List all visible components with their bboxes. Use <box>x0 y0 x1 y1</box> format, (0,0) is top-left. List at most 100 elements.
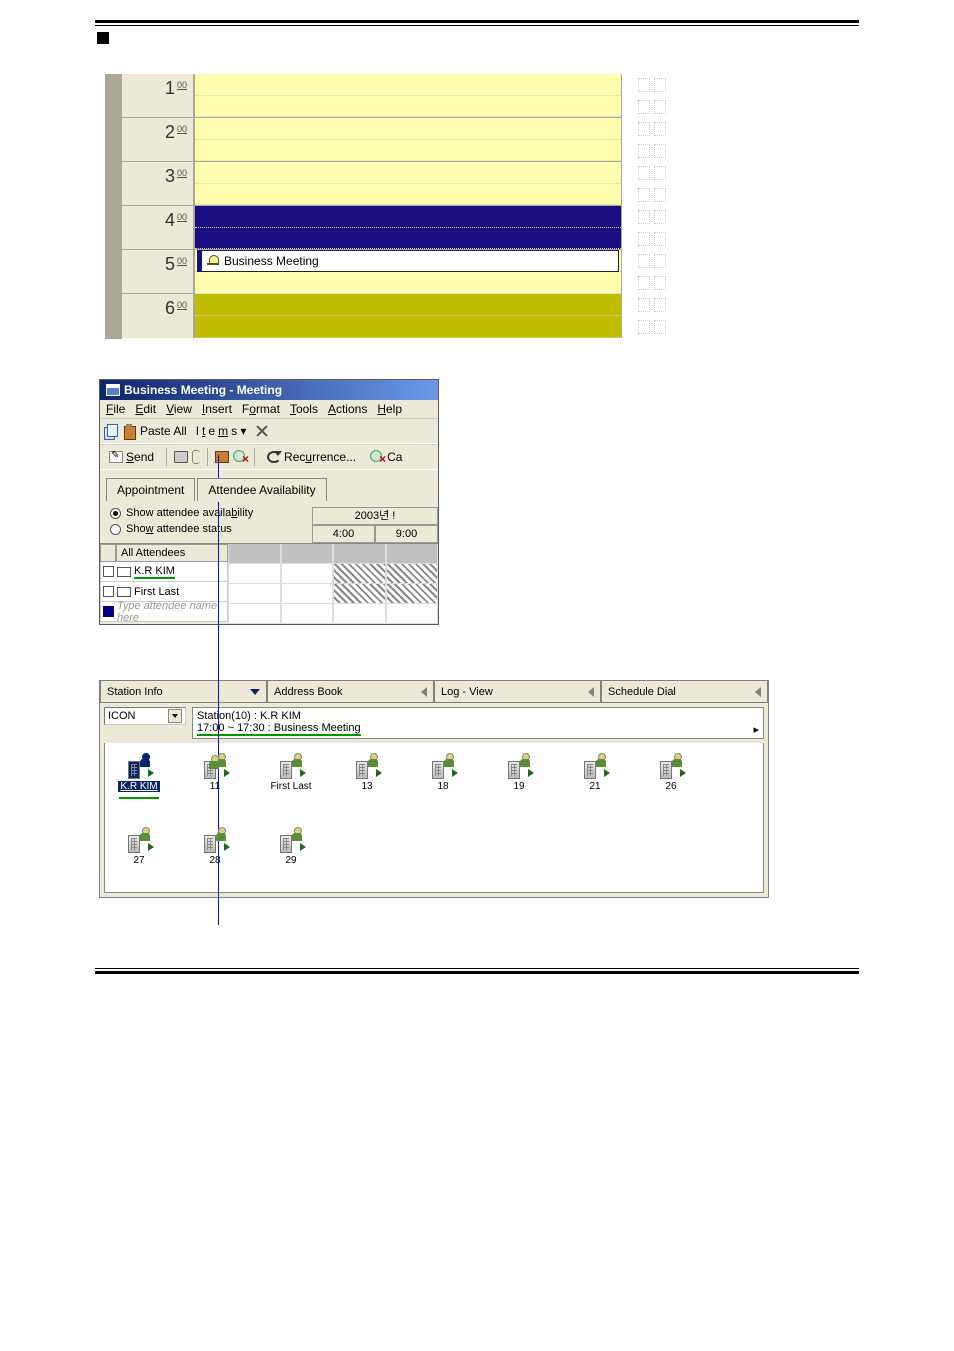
station-icon-graphic <box>354 753 380 779</box>
station-icon-label: K.R KIM <box>118 781 159 792</box>
menu-file[interactable]: File <box>106 402 125 416</box>
toolbar-1: Paste All Items ▾ <box>100 418 438 444</box>
station-icon-graphic <box>202 753 228 779</box>
tab-schedule-dial[interactable]: Schedule Dial <box>601 681 768 703</box>
station-info-box: Station(10) : K.R KIM 17:00 ~ 17:30 : Bu… <box>192 707 764 739</box>
tab-station-info[interactable]: Station Info <box>100 681 267 703</box>
station-icon-11[interactable]: 11 <box>191 753 239 799</box>
attach-icon[interactable] <box>192 450 200 464</box>
station-icon-graphic <box>126 827 152 853</box>
menu-tools[interactable]: Tools <box>290 402 318 416</box>
calendar-row-1[interactable]: 1 00 <box>122 74 622 118</box>
calendar-row-6[interactable]: 6 00 <box>122 294 622 338</box>
menu-edit[interactable]: Edit <box>135 402 156 416</box>
station-icon-28[interactable]: 28 <box>191 827 239 866</box>
paste-all-button[interactable]: Paste All <box>140 424 187 438</box>
calendar-body[interactable]: 1 00 2 00 3 00 <box>122 74 622 339</box>
envelope-icon <box>117 567 131 577</box>
station-icon-19[interactable]: 19 <box>495 753 543 799</box>
station-icon-first-last[interactable]: First Last <box>267 753 315 799</box>
calendar-row-3[interactable]: 3 00 <box>122 162 622 206</box>
tab-log-view[interactable]: Log - View <box>434 681 601 703</box>
tab-address-book[interactable]: Address Book <box>267 681 434 703</box>
view-selector[interactable]: ICON <box>104 707 186 725</box>
envelope-icon <box>117 587 131 597</box>
radio-show-availability[interactable]: Show attendee availability <box>110 507 302 519</box>
calendar-row-4[interactable]: 4 00 <box>122 206 622 250</box>
hour-label: 1 <box>165 78 175 99</box>
station-icon-21[interactable]: 21 <box>571 753 619 799</box>
recurrence-button[interactable]: Recurrence... <box>262 447 361 467</box>
calendar-row-5[interactable]: 5 00 Business Meeting <box>122 250 622 294</box>
send-icon <box>109 451 123 463</box>
dropdown-arrow-icon <box>168 709 182 723</box>
station-icon-13[interactable]: 13 <box>343 753 391 799</box>
attendee-name: K.R KIM <box>134 565 175 579</box>
menu-view[interactable]: View <box>166 402 192 416</box>
window-title: Business Meeting - Meeting <box>124 383 282 397</box>
station-icon-26[interactable]: 26 <box>647 753 695 799</box>
calendar-row-2[interactable]: 2 00 <box>122 118 622 162</box>
delete-icon[interactable] <box>255 424 269 438</box>
all-attendees-header[interactable]: All Attendees <box>116 544 228 562</box>
send-button[interactable]: Send <box>104 447 159 467</box>
tab-appointment[interactable]: Appointment <box>106 478 195 501</box>
station-icon-27[interactable]: 27 <box>115 827 163 866</box>
meeting-window[interactable]: Business Meeting - Meeting File Edit Vie… <box>99 379 439 625</box>
time-label: 2 00 <box>122 118 195 161</box>
reminder-bell-icon <box>206 255 220 267</box>
station-tabs: Station Info Address Book Log - View Sch… <box>100 681 768 703</box>
radio-show-status[interactable]: Show attendee status <box>110 523 302 535</box>
radio-dot-icon <box>110 508 121 519</box>
menu-help[interactable]: Help <box>377 402 402 416</box>
time-label: 3 00 <box>122 162 195 205</box>
calendar-slot-busy[interactable] <box>195 206 622 249</box>
calendar-slot[interactable] <box>195 74 622 117</box>
meeting-tabs: Appointment Attendee Availability <box>100 470 438 501</box>
calendar-slot-olive[interactable] <box>195 294 622 338</box>
appointment-title: Business Meeting <box>224 254 319 268</box>
active-tab-marker-icon <box>250 689 260 695</box>
station-icon-graphic <box>126 753 152 779</box>
attendee-name: First Last <box>134 586 179 598</box>
calendar-slot-appointment[interactable]: Business Meeting <box>195 250 622 293</box>
time-header-4: 4:00 <box>312 525 375 543</box>
left-arrow-icon <box>755 687 761 697</box>
radio-empty-icon <box>110 524 121 535</box>
tab-attendee-availability[interactable]: Attendee Availability <box>197 478 326 501</box>
calendar-slot[interactable] <box>195 118 622 161</box>
attendee-schedule-grid: All Attendees K.R KIM First Last Type at… <box>100 543 438 624</box>
station-icon-k.r-kim[interactable]: K.R KIM <box>115 753 163 799</box>
menu-insert[interactable]: Insert <box>202 402 232 416</box>
copy-icon[interactable] <box>104 424 118 438</box>
station-icon-label: 13 <box>361 781 372 792</box>
station-icon-29[interactable]: 29 <box>267 827 315 866</box>
station-icon-label: 27 <box>133 855 144 866</box>
appointment-business-meeting[interactable]: Business Meeting <box>197 250 619 272</box>
calendar-slot[interactable] <box>195 162 622 205</box>
cancel-icon <box>370 450 384 464</box>
time-label: 5 00 <box>122 250 195 293</box>
calendar-scrollbar[interactable] <box>622 74 630 339</box>
left-arrow-icon <box>421 687 427 697</box>
menu-actions[interactable]: Actions <box>328 402 367 416</box>
attendee-placeholder: Type attendee name here <box>117 600 227 624</box>
print-icon[interactable] <box>174 451 188 463</box>
date-header: 2003년 ! <box>312 507 438 525</box>
items-dropdown[interactable]: Items ▾ <box>191 421 252 441</box>
attendee-row-krkim[interactable]: K.R KIM <box>100 562 228 582</box>
paste-icon[interactable] <box>122 424 136 438</box>
station-icon-area: K.R KIM 11 First Last 13 18 19 21 26 27 28 29 <box>104 743 764 893</box>
station-icon-18[interactable]: 18 <box>419 753 467 799</box>
time-label: 1 00 <box>122 74 195 117</box>
menu-format[interactable]: Format <box>242 402 280 416</box>
availability-options: Show attendee availability Show attendee… <box>100 501 312 543</box>
calendar-gutter <box>105 74 122 339</box>
attendee-row-new[interactable]: Type attendee name here <box>100 602 228 622</box>
left-arrow-icon <box>588 687 594 697</box>
meeting-window-titlebar[interactable]: Business Meeting - Meeting <box>100 380 438 400</box>
station-icon-graphic <box>278 827 304 853</box>
check-names-icon[interactable] <box>233 450 247 464</box>
min-label: 00 <box>177 80 187 90</box>
cancel-invitation-button[interactable]: Ca <box>365 447 407 467</box>
